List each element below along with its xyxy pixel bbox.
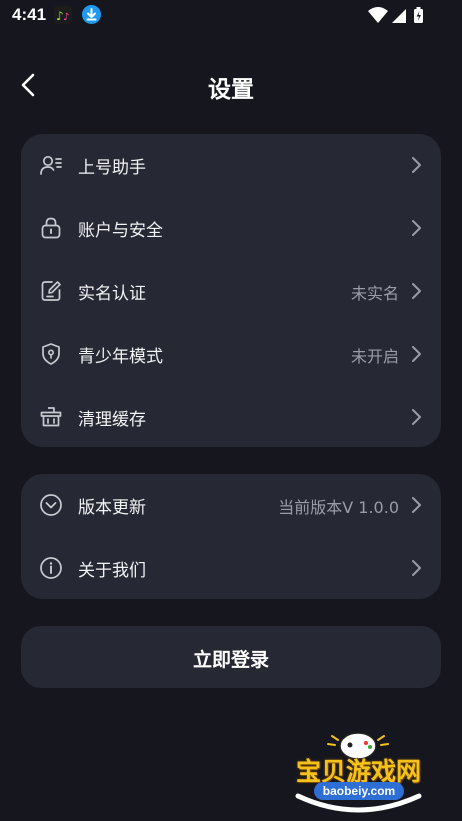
row-label: 实名认证 [78,284,146,304]
settings-group-2: 版本更新 当前版本V 1.0.0 关于我们 [21,474,441,599]
lock-icon [39,216,63,240]
chevron-right-icon [411,155,423,175]
row-label: 青少年模式 [78,347,163,367]
row-account-security[interactable]: 账户与安全 [21,197,441,259]
chevron-right-icon [411,407,423,427]
row-label: 清理缓存 [78,410,146,430]
basket-icon [39,405,63,429]
row-value: 未实名 [350,284,399,303]
signal-icon [392,9,406,23]
settings-group-1: 上号助手 账户与安全 实名认证 未实名 青少年模式 未开启 清理缓存 [21,134,441,447]
edit-icon [39,279,63,303]
status-indicators [368,6,428,24]
info-icon [39,556,63,580]
row-label: 关于我们 [78,561,146,581]
header: 设置 [0,62,462,108]
status-time: 4:41 [12,5,47,24]
watermark-logo: 宝贝游戏网 baobeiy.com [286,724,431,816]
battery-icon [414,7,423,23]
chevron-circle-icon [39,493,63,517]
app-icon: ♪ ♪ [54,6,72,24]
chevron-right-icon [411,281,423,301]
chevron-right-icon [411,495,423,515]
row-version-update[interactable]: 版本更新 当前版本V 1.0.0 [21,474,441,536]
watermark-url: baobeiy.com [314,782,404,800]
svg-text:♪: ♪ [63,12,69,23]
account-helper-icon [39,153,63,177]
row-about-us[interactable]: 关于我们 [21,537,441,599]
login-button[interactable]: 立即登录 [21,626,441,688]
wifi-icon [368,7,388,23]
row-value: 当前版本V 1.0.0 [278,498,399,517]
row-label: 账户与安全 [78,221,163,241]
login-button-label: 立即登录 [192,649,269,671]
chevron-right-icon [411,558,423,578]
page-title: 设置 [208,77,254,103]
row-value: 未开启 [350,347,399,366]
row-account-helper[interactable]: 上号助手 [21,134,441,196]
status-bar: 4:41 ♪ ♪ [0,0,462,32]
row-label: 上号助手 [78,158,146,178]
download-icon [82,5,101,24]
row-clear-cache[interactable]: 清理缓存 [21,386,441,448]
row-teen-mode[interactable]: 青少年模式 未开启 [21,323,441,385]
chevron-right-icon [411,218,423,238]
shield-icon [39,342,63,366]
row-real-name[interactable]: 实名认证 未实名 [21,260,441,322]
row-label: 版本更新 [78,498,146,518]
chevron-right-icon [411,344,423,364]
